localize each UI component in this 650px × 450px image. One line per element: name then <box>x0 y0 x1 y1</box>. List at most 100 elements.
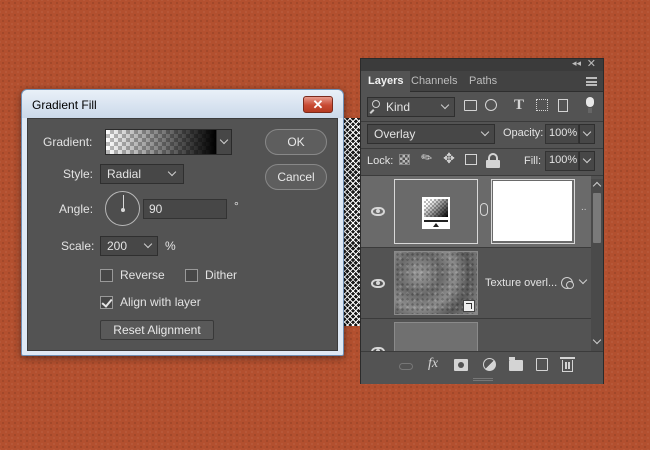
ok-button[interactable]: OK <box>265 129 327 155</box>
layer-name[interactable]: Texture overl... <box>485 277 557 289</box>
layer-effects-icon-inner <box>566 281 574 289</box>
layer-row-gradient-fill[interactable]: .. <box>361 176 591 247</box>
align-with-layer-checkbox[interactable] <box>100 296 113 309</box>
gradient-fill-thumbnail <box>422 197 450 229</box>
mask-icon[interactable] <box>454 359 468 371</box>
trash-icon[interactable] <box>560 357 575 372</box>
chevron-down-icon <box>480 127 490 137</box>
chevron-down-icon <box>582 127 592 137</box>
chevron-down-icon <box>440 100 450 110</box>
divider <box>361 148 603 149</box>
reverse-label: Reverse <box>120 268 165 282</box>
lock-all-icon[interactable] <box>486 160 500 168</box>
fill-input[interactable]: 100% <box>545 151 579 171</box>
type-filter-icon[interactable]: T <box>512 98 526 113</box>
layer-thumbnail <box>394 322 478 351</box>
dither-checkbox[interactable] <box>185 269 198 282</box>
gradient-stop <box>433 223 439 227</box>
cancel-button[interactable]: Cancel <box>265 164 327 190</box>
layer-mask-thumbnail <box>493 181 572 241</box>
layers-scrollbar[interactable] <box>591 179 603 351</box>
dither-label: Dither <box>205 268 238 282</box>
align-with-layer-label: Align with layer <box>120 295 201 309</box>
shape-filter-icon[interactable] <box>536 99 548 111</box>
reset-alignment-button[interactable]: Reset Alignment <box>100 320 214 340</box>
layer-row-texture-overlay[interactable]: Texture overl... <box>361 248 591 318</box>
style-value: Radial <box>107 167 142 181</box>
folder-icon[interactable] <box>509 357 523 371</box>
lock-image-brush-icon[interactable]: ✎ <box>417 148 436 167</box>
layers-bottom-toolbar: fx <box>361 351 603 384</box>
chevron-down-icon[interactable] <box>578 275 588 285</box>
filter-toggle-base <box>588 108 592 113</box>
lock-transparent-icon[interactable] <box>399 154 410 165</box>
scale-label: Scale: <box>61 239 95 253</box>
gradient-fill-dialog: Gradient Fill ✕ Gradient: Style: Radial … <box>21 89 344 356</box>
pixel-layer-filter-icon[interactable] <box>464 100 477 111</box>
layer-thumbnail-frame <box>394 179 478 244</box>
filter-kind-select[interactable]: Kind <box>367 97 455 117</box>
dialog-titlebar[interactable]: Gradient Fill ✕ <box>22 90 343 118</box>
more-options-dots: .. <box>581 202 587 213</box>
texture-thumbnail <box>394 251 478 315</box>
chevron-down-icon <box>167 167 177 177</box>
angle-label: Angle: <box>59 202 94 216</box>
gradient-label: Gradient: <box>43 135 93 149</box>
visibility-eye-icon[interactable] <box>371 279 385 288</box>
fill-dropdown[interactable] <box>579 151 595 171</box>
degree-symbol: ° <box>234 199 239 213</box>
link-icon[interactable] <box>399 363 413 370</box>
lock-position-move-icon[interactable]: ✥ <box>442 151 456 165</box>
search-icon <box>372 100 380 108</box>
collapse-panel-icon[interactable]: ◂◂ <box>572 58 581 69</box>
filter-toggle-icon[interactable] <box>586 97 594 107</box>
panel-menu-icon[interactable] <box>586 77 597 86</box>
chevron-down-icon[interactable] <box>592 335 602 345</box>
filter-kind-value: Kind <box>386 100 411 114</box>
search-icon-handle <box>369 109 375 114</box>
opacity-value: 100% <box>549 127 578 139</box>
adjustment-filter-icon[interactable] <box>485 99 497 111</box>
layers-panel: ◂◂ ✕ Layers Channels Paths Kind T Overla… <box>360 58 604 384</box>
lock-artboard-icon[interactable] <box>465 154 477 165</box>
dialog-body: Gradient: Style: Radial Angle: 90 ° Scal… <box>27 118 338 351</box>
reverse-checkbox[interactable] <box>100 269 113 282</box>
gradient-preview-swatch[interactable] <box>105 129 217 155</box>
tab-paths[interactable]: Paths <box>462 71 504 92</box>
blend-mode-value: Overlay <box>374 127 416 141</box>
angle-center-dot <box>121 208 125 212</box>
lock-label: Lock: <box>367 155 394 167</box>
opacity-label: Opacity: <box>503 127 544 139</box>
panel-topbar[interactable]: ◂◂ ✕ <box>361 57 603 71</box>
opacity-dropdown[interactable] <box>579 124 595 144</box>
tab-channels[interactable]: Channels <box>404 71 464 92</box>
close-button[interactable]: ✕ <box>303 96 333 113</box>
scrollbar-thumb[interactable] <box>593 193 601 243</box>
layer-mask-frame[interactable] <box>491 179 575 244</box>
style-label: Style: <box>63 167 94 181</box>
adjustment-icon[interactable] <box>483 358 496 371</box>
mask-link-chain-icon[interactable] <box>480 203 488 216</box>
angle-dial[interactable] <box>105 191 140 226</box>
scale-value: 200 <box>107 239 128 253</box>
gradient-picker-button[interactable] <box>217 129 232 155</box>
scale-select[interactable]: 200 <box>100 236 158 256</box>
panel-tabbar: Layers Channels Paths <box>361 71 603 92</box>
blend-mode-select[interactable]: Overlay <box>367 124 495 144</box>
new-layer-icon[interactable] <box>536 358 548 371</box>
smart-object-badge-icon <box>463 300 475 312</box>
resize-grip[interactable] <box>473 378 493 381</box>
smart-object-filter-icon[interactable] <box>558 99 568 112</box>
divider <box>361 121 603 122</box>
angle-value: 90 <box>149 202 163 216</box>
opacity-input[interactable]: 100% <box>545 124 579 144</box>
close-panel-icon[interactable]: ✕ <box>587 57 596 70</box>
layer-row-partial[interactable] <box>361 319 591 351</box>
fill-label: Fill: <box>524 155 542 167</box>
fill-value: 100% <box>549 154 578 166</box>
angle-input[interactable]: 90 <box>143 199 227 219</box>
chevron-up-icon[interactable] <box>592 181 602 191</box>
visibility-eye-icon[interactable] <box>371 207 385 216</box>
fx-icon[interactable]: fx <box>428 356 438 372</box>
style-select[interactable]: Radial <box>100 164 184 184</box>
